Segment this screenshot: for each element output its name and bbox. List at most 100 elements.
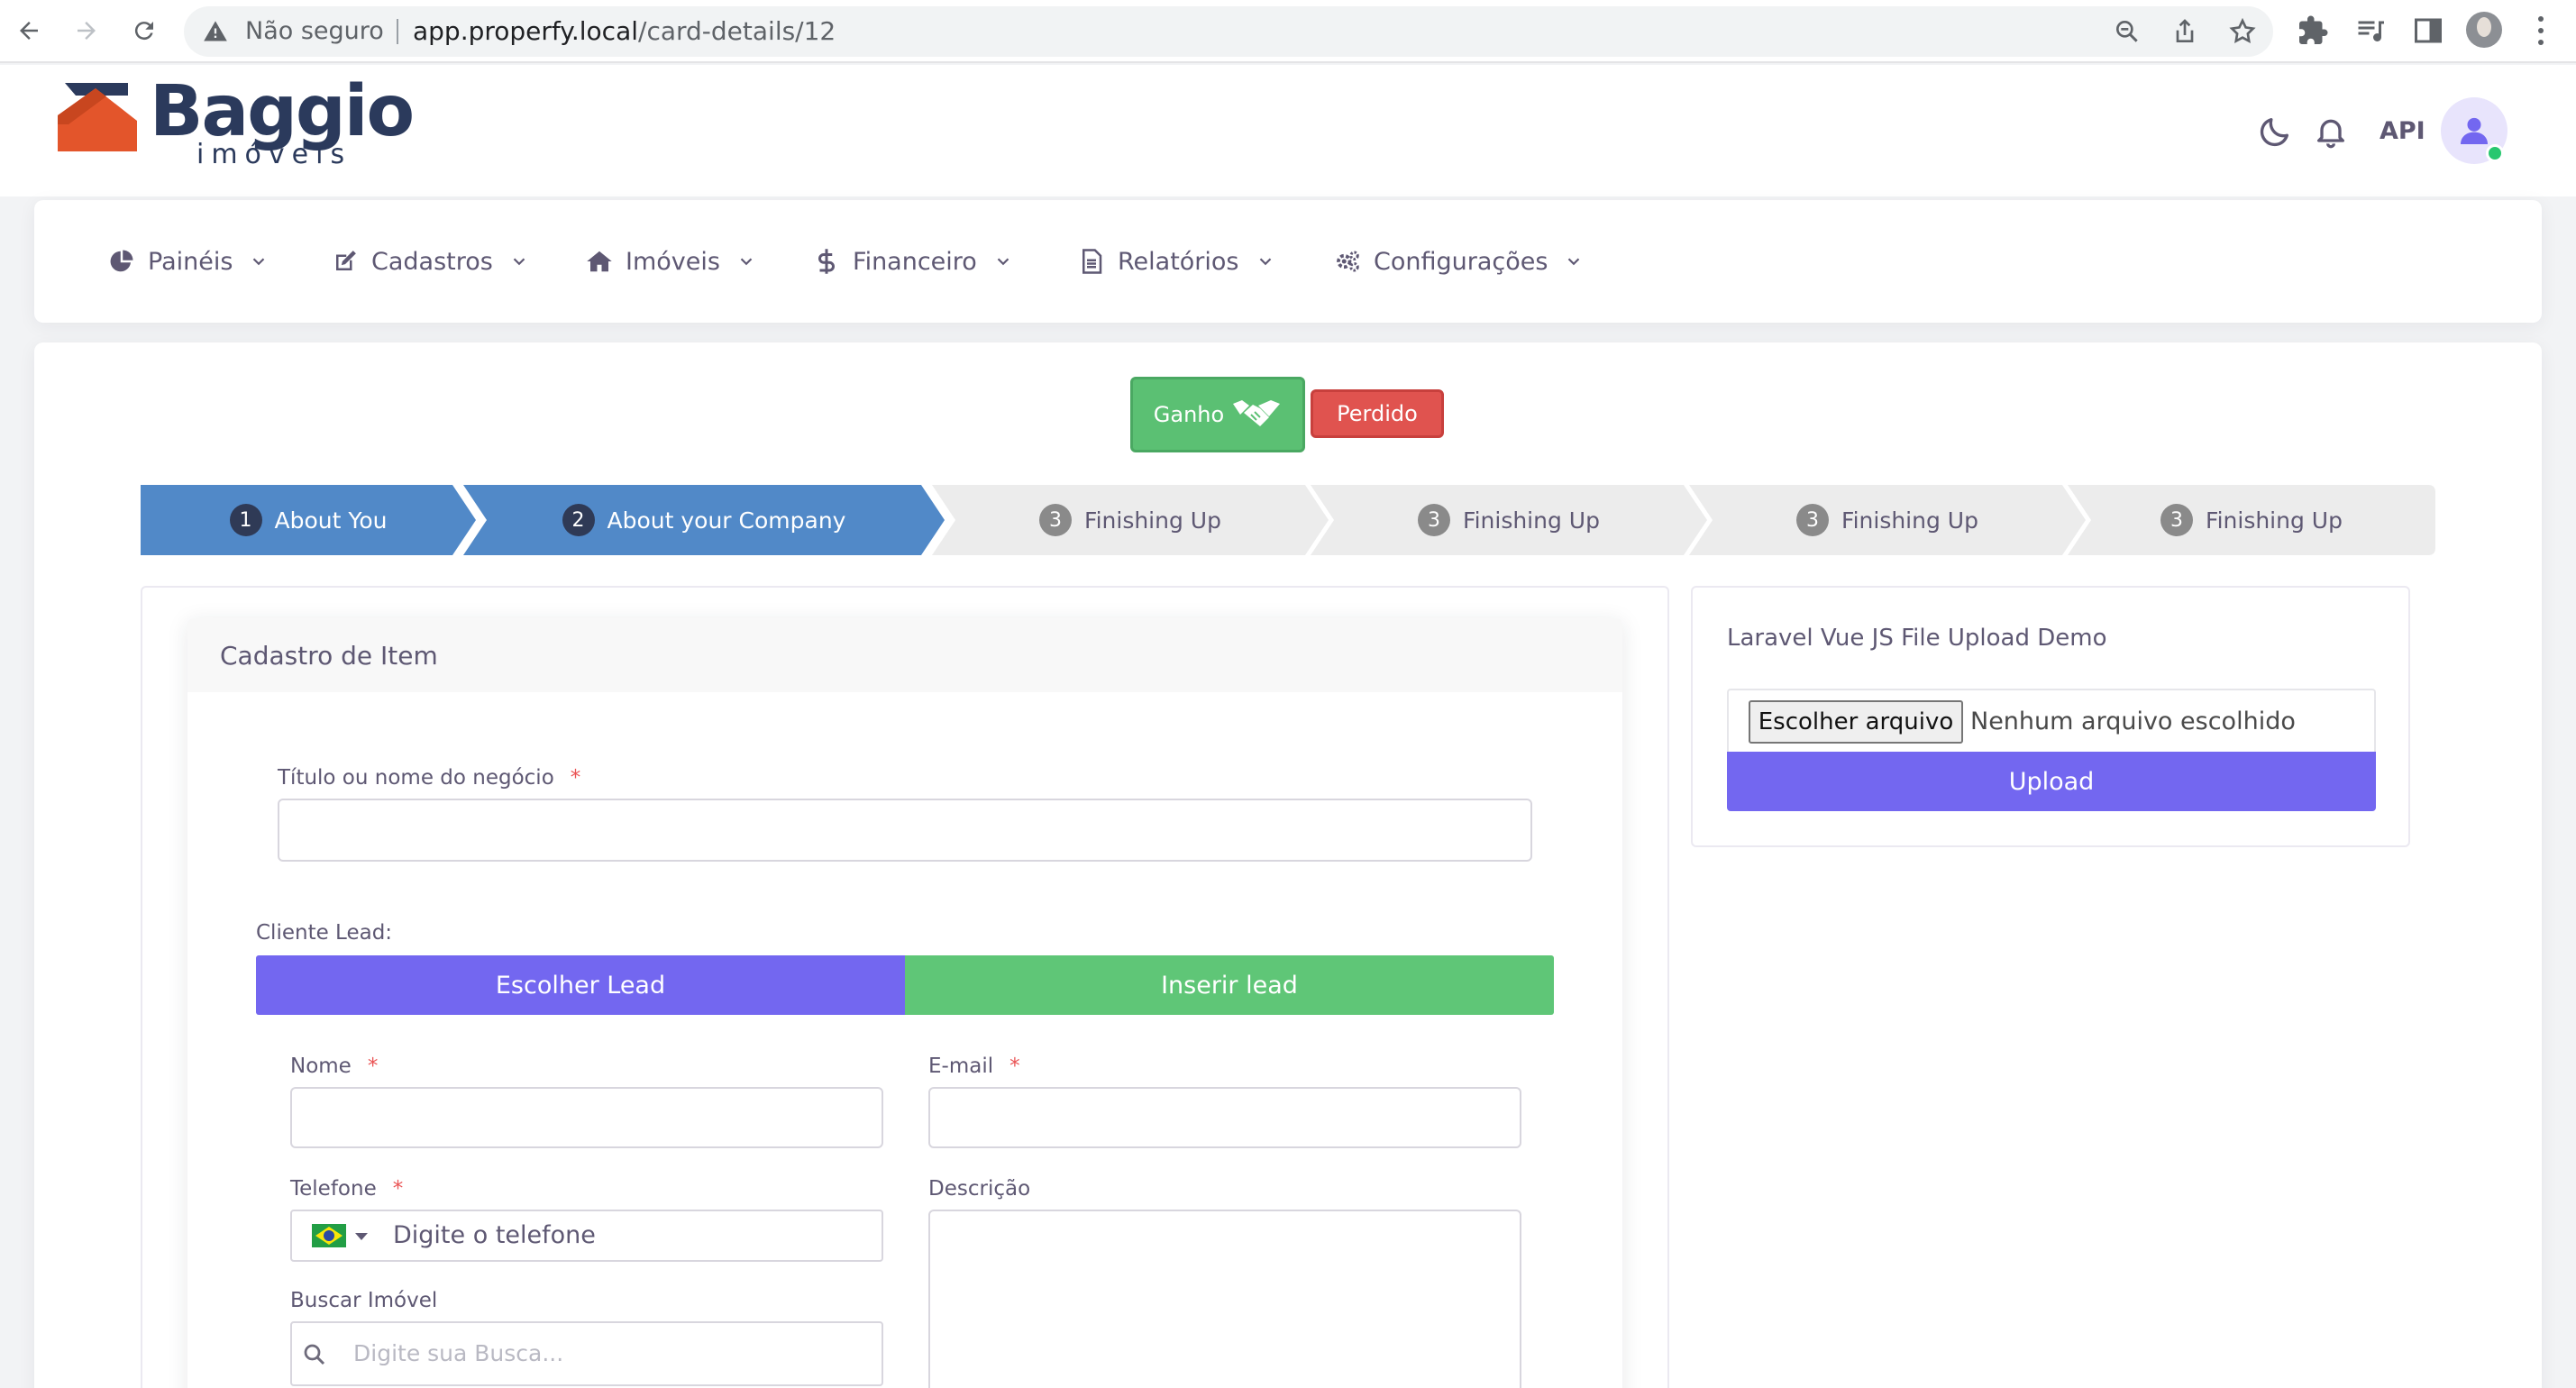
step-finishing-up[interactable]: 3 Finishing Up — [1689, 485, 2086, 555]
email-label: E-mail * — [928, 1053, 1020, 1080]
browser-profile-icon[interactable] — [2466, 12, 2502, 48]
handshake-icon — [1233, 400, 1281, 426]
nome-input[interactable] — [290, 1087, 883, 1148]
step-finishing-up[interactable]: 3 Finishing Up — [1311, 485, 1707, 555]
url-text: app.properfy.local/card-details/12 — [413, 6, 836, 57]
ganho-button[interactable]: Ganho — [1130, 377, 1305, 452]
chevron-down-icon — [253, 258, 265, 266]
menu-item-paineis[interactable]: Painéis — [106, 242, 269, 281]
buscar-placeholder: Digite sua Busca... — [353, 1340, 564, 1366]
back-icon[interactable] — [9, 11, 49, 50]
deal-title-input[interactable] — [278, 799, 1532, 862]
escolher-lead-button[interactable]: Escolher Lead — [256, 955, 905, 1015]
menu-label: Relatórios — [1118, 247, 1239, 276]
buscar-imovel-input[interactable]: Digite sua Busca... — [290, 1321, 883, 1386]
url-host: app.properfy.local — [413, 16, 639, 46]
bell-icon[interactable] — [2313, 114, 2349, 150]
api-label[interactable]: API — [2380, 114, 2425, 150]
app-header: Baggio imóveis API — [0, 65, 2576, 196]
chevron-down-icon — [997, 258, 1009, 266]
chevron-down-icon — [1568, 258, 1580, 266]
menu-item-configuracoes[interactable]: Configurações — [1332, 242, 1584, 281]
telefone-label-text: Telefone — [290, 1177, 377, 1201]
menu-item-cadastros[interactable]: Cadastros — [330, 242, 529, 281]
user-icon — [2461, 117, 2488, 144]
file-text-icon — [1076, 246, 1107, 277]
step-about-company[interactable]: 2 About your Company — [463, 485, 945, 555]
required-mark: * — [392, 1177, 404, 1201]
required-mark: * — [1009, 1055, 1020, 1078]
ganho-label: Ganho — [1153, 402, 1225, 427]
side-panel-icon[interactable] — [2412, 14, 2444, 47]
step-label: About your Company — [607, 507, 846, 534]
zoom-icon[interactable] — [2113, 17, 2142, 46]
warning-icon — [204, 21, 227, 41]
chevron-down-icon — [740, 258, 753, 266]
email-label-text: E-mail — [928, 1055, 994, 1078]
caret-down-icon[interactable] — [355, 1233, 368, 1240]
step-number: 3 — [1418, 504, 1451, 536]
forward-icon[interactable] — [67, 11, 106, 50]
menu-label: Imóveis — [626, 247, 720, 276]
step-finishing-up[interactable]: 3 Finishing Up — [932, 485, 1329, 555]
deal-title-label-text: Título ou nome do negócio — [278, 766, 554, 790]
perdido-button[interactable]: Perdido — [1311, 389, 1444, 438]
moon-icon[interactable] — [2257, 114, 2293, 150]
step-label: Finishing Up — [1084, 507, 1221, 534]
upload-title: Laravel Vue JS File Upload Demo — [1727, 625, 2107, 652]
step-finishing-up[interactable]: 3 Finishing Up — [2068, 485, 2435, 555]
address-separator — [397, 19, 398, 44]
choose-file-button[interactable]: Escolher arquivo — [1749, 700, 1963, 744]
menu-item-financeiro[interactable]: Financeiro — [811, 242, 1013, 281]
required-mark: * — [367, 1055, 379, 1078]
step-label: Finishing Up — [1841, 507, 1978, 534]
browser-menu-icon[interactable] — [2536, 16, 2545, 45]
media-queue-icon[interactable] — [2354, 14, 2387, 47]
telefone-input[interactable]: Digite o telefone — [290, 1210, 883, 1262]
url-path: /card-details/12 — [638, 16, 836, 46]
email-input[interactable] — [928, 1087, 1521, 1148]
menu-item-imoveis[interactable]: Imóveis — [584, 242, 756, 281]
descricao-textarea[interactable] — [928, 1210, 1521, 1388]
menu-item-relatorios[interactable]: Relatórios — [1076, 242, 1275, 281]
step-number: 3 — [2160, 504, 2194, 536]
no-file-label: Nenhum arquivo escolhido — [1970, 708, 2296, 735]
address-bar[interactable]: Não seguro app.properfy.local/card-detai… — [184, 6, 2273, 57]
step-number: 3 — [1796, 504, 1830, 536]
online-status-badge — [2486, 144, 2504, 162]
extensions-icon[interactable] — [2297, 14, 2329, 47]
menu-label: Financeiro — [853, 247, 977, 276]
menu-label: Painéis — [148, 247, 233, 276]
form-title: Cadastro de Item — [220, 641, 438, 671]
step-label: About You — [274, 507, 388, 534]
search-icon — [304, 1344, 325, 1365]
step-label: Finishing Up — [2206, 507, 2343, 534]
brazil-flag-icon[interactable] — [312, 1224, 346, 1247]
pie-chart-icon — [106, 246, 137, 277]
wizard-steps: 1 About You 2 About your Company 3 Finishin… — [141, 485, 2435, 555]
upload-button[interactable]: Upload — [1727, 752, 2376, 811]
nome-label: Nome * — [290, 1053, 378, 1080]
brand-logo[interactable]: Baggio imóveis — [56, 70, 415, 180]
deal-title-label: Título ou nome do negócio * — [278, 764, 580, 791]
home-icon — [584, 246, 615, 277]
reload-icon[interactable] — [124, 11, 164, 50]
step-number: 2 — [562, 504, 595, 536]
telefone-label: Telefone * — [290, 1175, 403, 1202]
cliente-lead-label: Cliente Lead: — [256, 921, 393, 945]
descricao-label: Descrição — [928, 1177, 1031, 1201]
step-number: 3 — [1039, 504, 1073, 536]
edit-icon — [330, 246, 361, 277]
chevron-down-icon — [513, 258, 525, 266]
required-mark: * — [570, 766, 581, 790]
share-icon[interactable] — [2170, 17, 2199, 46]
browser-toolbar: Não seguro app.properfy.local/card-detai… — [0, 0, 2576, 63]
menu-label: Configurações — [1374, 247, 1548, 276]
bookmark-star-icon[interactable] — [2228, 17, 2257, 46]
buscar-label: Buscar Imóvel — [290, 1289, 438, 1312]
cogs-icon — [1332, 246, 1363, 277]
step-about-you[interactable]: 1 About You — [141, 485, 476, 555]
brand-mark-icon — [58, 83, 137, 151]
brand-tagline: imóveis — [196, 139, 352, 170]
inserir-lead-button[interactable]: Inserir lead — [905, 955, 1554, 1015]
